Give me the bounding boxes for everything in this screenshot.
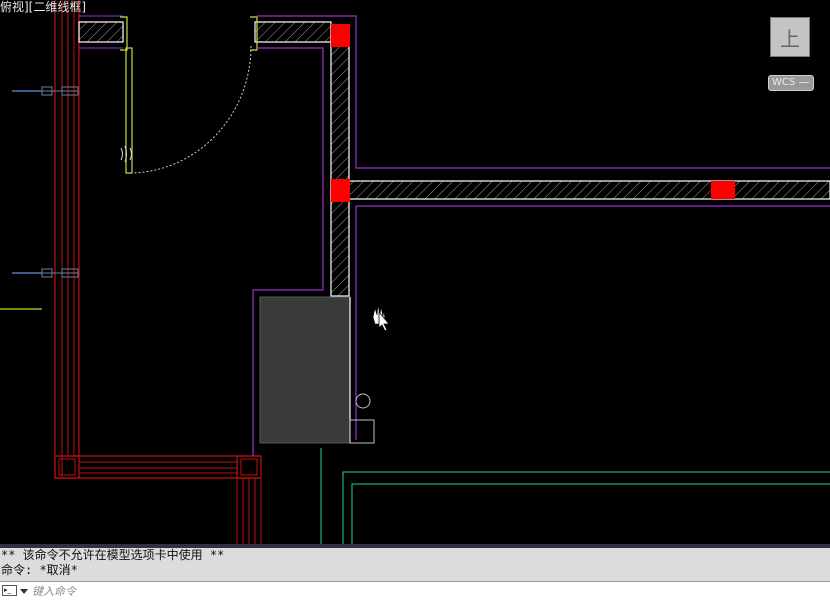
bottom-window-sill — [54, 455, 262, 544]
wcs-dropdown[interactable]: WCS — [768, 75, 814, 91]
column-top — [331, 24, 350, 47]
column-right — [711, 181, 735, 199]
viewcube-label: 上 — [780, 26, 800, 51]
teal-outline — [320, 448, 830, 544]
chevron-down-icon[interactable] — [20, 589, 28, 594]
horizontal-wall — [348, 180, 830, 200]
pan-cursor-icon — [372, 304, 390, 332]
fixture-circle — [355, 393, 371, 409]
model-viewport[interactable]: 俯视][二维线框] 上 WCS — [0, 0, 830, 544]
chevron-down-icon — [799, 82, 809, 83]
command-prompt-icon[interactable]: ▸_ — [2, 585, 17, 596]
history-line: 命令: *取消* — [1, 563, 78, 577]
top-wall-right — [254, 21, 332, 43]
drawing-canvas[interactable] — [0, 0, 830, 544]
cabinet-block — [259, 296, 351, 444]
fixture-square — [349, 419, 375, 444]
command-history: ** 该命令不允许在模型选项卡中使用 ** 命令: *取消* — [0, 548, 830, 581]
door — [120, 16, 258, 174]
wcs-label: WCS — [772, 77, 796, 88]
history-line: ** 该命令不允许在模型选项卡中使用 ** — [1, 548, 225, 562]
command-input[interactable] — [32, 583, 812, 599]
view-label[interactable]: 俯视][二维线框] — [0, 0, 86, 14]
viewcube-top[interactable]: 上 — [770, 17, 810, 57]
left-window-wall — [54, 0, 80, 478]
command-line: ▸_ — [0, 581, 830, 600]
vertical-wall — [330, 41, 350, 297]
column-middle — [331, 179, 350, 202]
top-wall-left — [78, 15, 124, 49]
